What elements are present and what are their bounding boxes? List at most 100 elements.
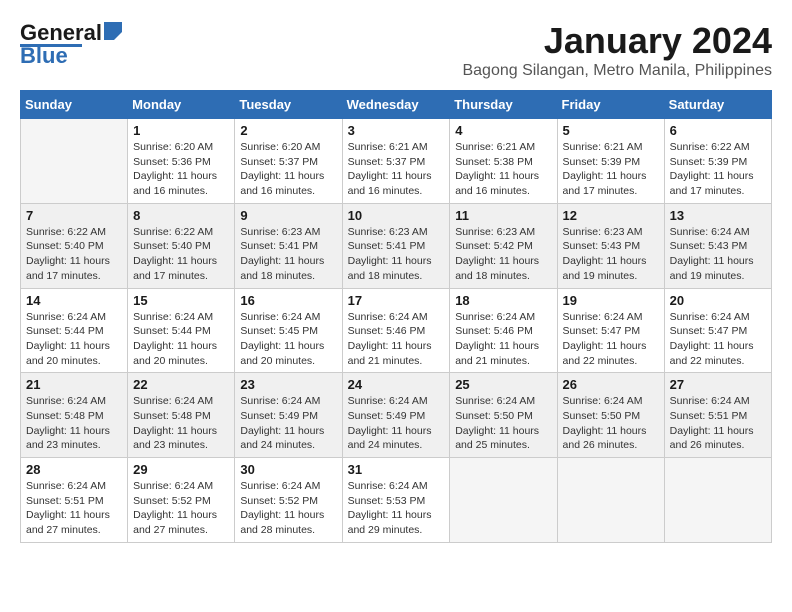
calendar-day-cell: 8Sunrise: 6:22 AMSunset: 5:40 PMDaylight…	[128, 203, 235, 288]
day-number: 23	[240, 377, 336, 392]
day-number: 28	[26, 462, 122, 477]
calendar-day-cell: 3 Sunrise: 6:21 AMSunset: 5:37 PMDaylight…	[342, 119, 450, 204]
day-number: 25	[455, 377, 551, 392]
day-info: Sunrise: 6:24 AMSunset: 5:50 PMDaylight:…	[563, 394, 659, 453]
day-info: Sunrise: 6:20 AMSunset: 5:36 PMDaylight:…	[133, 140, 229, 199]
day-number: 21	[26, 377, 122, 392]
day-number: 5	[563, 123, 659, 138]
day-info: Sunrise: 6:22 AMSunset: 5:39 PMDaylight:…	[670, 140, 766, 199]
day-number: 11	[455, 208, 551, 223]
day-info: Sunrise: 6:24 AMSunset: 5:51 PMDaylight:…	[26, 479, 122, 538]
logo-blue: Blue	[20, 43, 68, 69]
col-header-thursday: Thursday	[450, 91, 557, 119]
calendar-week-row: 7 Sunrise: 6:22 AMSunset: 5:40 PMDaylight…	[21, 203, 772, 288]
calendar-day-cell	[557, 458, 664, 543]
calendar-week-row: 1 Sunrise: 6:20 AMSunset: 5:36 PMDaylight…	[21, 119, 772, 204]
day-number: 12	[563, 208, 659, 223]
calendar-day-cell: 31 Sunrise: 6:24 AMSunset: 5:53 PMDayligh…	[342, 458, 450, 543]
calendar-week-row: 28 Sunrise: 6:24 AMSunset: 5:51 PMDayligh…	[21, 458, 772, 543]
col-header-tuesday: Tuesday	[235, 91, 342, 119]
day-info: Sunrise: 6:24 AMSunset: 5:46 PMDaylight:…	[348, 310, 445, 369]
calendar-day-cell: 25 Sunrise: 6:24 AMSunset: 5:50 PMDayligh…	[450, 373, 557, 458]
day-number: 9	[240, 208, 336, 223]
day-number: 7	[26, 208, 122, 223]
calendar-day-cell: 11 Sunrise: 6:23 AMSunset: 5:42 PMDayligh…	[450, 203, 557, 288]
day-info: Sunrise: 6:24 AMSunset: 5:49 PMDaylight:…	[240, 394, 336, 453]
day-info: Sunrise: 6:24 AMSunset: 5:50 PMDaylight:…	[455, 394, 551, 453]
day-number: 26	[563, 377, 659, 392]
day-info: Sunrise: 6:23 AMSunset: 5:41 PMDaylight:…	[348, 225, 445, 284]
day-info: Sunrise: 6:24 AMSunset: 5:51 PMDaylight:…	[670, 394, 766, 453]
col-header-sunday: Sunday	[21, 91, 128, 119]
day-info: Sunrise: 6:24 AMSunset: 5:44 PMDaylight:…	[133, 310, 229, 369]
day-info: Sunrise: 6:24 AMSunset: 5:48 PMDaylight:…	[26, 394, 122, 453]
calendar-day-cell: 29Sunrise: 6:24 AMSunset: 5:52 PMDayligh…	[128, 458, 235, 543]
day-number: 10	[348, 208, 445, 223]
day-info: Sunrise: 6:23 AMSunset: 5:41 PMDaylight:…	[240, 225, 336, 284]
calendar-day-cell: 6 Sunrise: 6:22 AMSunset: 5:39 PMDaylight…	[664, 119, 771, 204]
day-info: Sunrise: 6:23 AMSunset: 5:42 PMDaylight:…	[455, 225, 551, 284]
day-number: 2	[240, 123, 336, 138]
day-info: Sunrise: 6:23 AMSunset: 5:43 PMDaylight:…	[563, 225, 659, 284]
day-number: 8	[133, 208, 229, 223]
calendar-day-cell: 24 Sunrise: 6:24 AMSunset: 5:49 PMDayligh…	[342, 373, 450, 458]
day-info: Sunrise: 6:24 AMSunset: 5:45 PMDaylight:…	[240, 310, 336, 369]
day-info: Sunrise: 6:21 AMSunset: 5:39 PMDaylight:…	[563, 140, 659, 199]
calendar-day-cell: 16Sunrise: 6:24 AMSunset: 5:45 PMDayligh…	[235, 288, 342, 373]
day-info: Sunrise: 6:24 AMSunset: 5:53 PMDaylight:…	[348, 479, 445, 538]
calendar-day-cell	[664, 458, 771, 543]
calendar-day-cell: 28 Sunrise: 6:24 AMSunset: 5:51 PMDayligh…	[21, 458, 128, 543]
day-number: 31	[348, 462, 445, 477]
calendar-day-cell: 13 Sunrise: 6:24 AMSunset: 5:43 PMDayligh…	[664, 203, 771, 288]
day-number: 17	[348, 293, 445, 308]
calendar-day-cell: 21 Sunrise: 6:24 AMSunset: 5:48 PMDayligh…	[21, 373, 128, 458]
calendar-day-cell: 22 Sunrise: 6:24 AMSunset: 5:48 PMDayligh…	[128, 373, 235, 458]
calendar-week-row: 21 Sunrise: 6:24 AMSunset: 5:48 PMDayligh…	[21, 373, 772, 458]
calendar-day-cell: 23 Sunrise: 6:24 AMSunset: 5:49 PMDayligh…	[235, 373, 342, 458]
day-number: 1	[133, 123, 229, 138]
day-info: Sunrise: 6:24 AMSunset: 5:46 PMDaylight:…	[455, 310, 551, 369]
calendar-week-row: 14Sunrise: 6:24 AMSunset: 5:44 PMDayligh…	[21, 288, 772, 373]
calendar-day-cell: 27 Sunrise: 6:24 AMSunset: 5:51 PMDayligh…	[664, 373, 771, 458]
day-info: Sunrise: 6:22 AMSunset: 5:40 PMDaylight:…	[26, 225, 122, 284]
title-block: January 2024 Bagong Silangan, Metro Mani…	[462, 20, 772, 80]
day-number: 24	[348, 377, 445, 392]
day-number: 3	[348, 123, 445, 138]
calendar-day-cell: 26 Sunrise: 6:24 AMSunset: 5:50 PMDayligh…	[557, 373, 664, 458]
day-number: 20	[670, 293, 766, 308]
calendar-day-cell: 5 Sunrise: 6:21 AMSunset: 5:39 PMDaylight…	[557, 119, 664, 204]
logo: General Blue	[20, 20, 122, 69]
header: General Blue January 2024 Bagong Silanga…	[20, 20, 772, 80]
day-number: 30	[240, 462, 336, 477]
col-header-wednesday: Wednesday	[342, 91, 450, 119]
calendar-day-cell: 19Sunrise: 6:24 AMSunset: 5:47 PMDayligh…	[557, 288, 664, 373]
day-number: 13	[670, 208, 766, 223]
page-wrapper: General Blue January 2024 Bagong Silanga…	[20, 20, 772, 543]
day-number: 22	[133, 377, 229, 392]
day-info: Sunrise: 6:24 AMSunset: 5:48 PMDaylight:…	[133, 394, 229, 453]
calendar-header-row: SundayMondayTuesdayWednesdayThursdayFrid…	[21, 91, 772, 119]
calendar-day-cell: 15Sunrise: 6:24 AMSunset: 5:44 PMDayligh…	[128, 288, 235, 373]
logo-icon	[104, 22, 122, 40]
day-info: Sunrise: 6:24 AMSunset: 5:49 PMDaylight:…	[348, 394, 445, 453]
day-number: 27	[670, 377, 766, 392]
day-info: Sunrise: 6:21 AMSunset: 5:37 PMDaylight:…	[348, 140, 445, 199]
calendar-day-cell: 17 Sunrise: 6:24 AMSunset: 5:46 PMDayligh…	[342, 288, 450, 373]
calendar-day-cell: 10 Sunrise: 6:23 AMSunset: 5:41 PMDayligh…	[342, 203, 450, 288]
calendar-day-cell: 20 Sunrise: 6:24 AMSunset: 5:47 PMDayligh…	[664, 288, 771, 373]
calendar-day-cell: 14Sunrise: 6:24 AMSunset: 5:44 PMDayligh…	[21, 288, 128, 373]
day-info: Sunrise: 6:24 AMSunset: 5:43 PMDaylight:…	[670, 225, 766, 284]
subtitle: Bagong Silangan, Metro Manila, Philippin…	[462, 62, 772, 80]
calendar-day-cell: 18 Sunrise: 6:24 AMSunset: 5:46 PMDayligh…	[450, 288, 557, 373]
main-title: January 2024	[462, 20, 772, 62]
day-number: 18	[455, 293, 551, 308]
calendar-day-cell: 1 Sunrise: 6:20 AMSunset: 5:36 PMDaylight…	[128, 119, 235, 204]
calendar-day-cell: 2Sunrise: 6:20 AMSunset: 5:37 PMDaylight…	[235, 119, 342, 204]
col-header-monday: Monday	[128, 91, 235, 119]
calendar-day-cell	[21, 119, 128, 204]
calendar-day-cell	[450, 458, 557, 543]
day-number: 6	[670, 123, 766, 138]
day-info: Sunrise: 6:24 AMSunset: 5:47 PMDaylight:…	[670, 310, 766, 369]
day-info: Sunrise: 6:24 AMSunset: 5:52 PMDaylight:…	[240, 479, 336, 538]
day-number: 19	[563, 293, 659, 308]
